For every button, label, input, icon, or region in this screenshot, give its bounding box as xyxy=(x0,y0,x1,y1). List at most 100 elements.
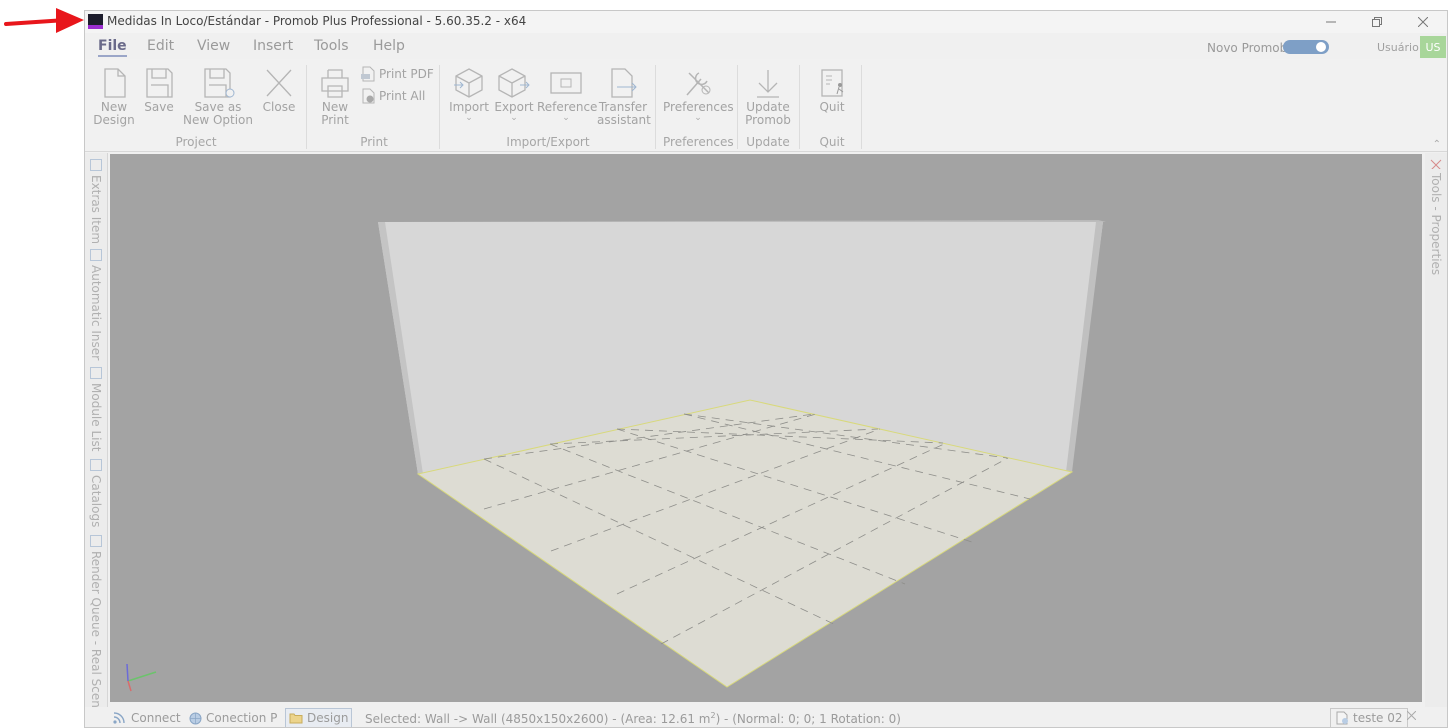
ribbon-separator xyxy=(799,65,800,149)
extras-icon xyxy=(90,159,102,171)
design-tab[interactable]: Design xyxy=(285,708,353,727)
module-list-icon xyxy=(90,367,102,379)
novo-promob-toggle[interactable] xyxy=(1283,40,1329,54)
3d-viewport[interactable] xyxy=(110,154,1422,702)
tab-extras-items-label: Extras Items xyxy=(89,175,103,243)
user-avatar[interactable]: US xyxy=(1420,36,1446,58)
render-queue-icon xyxy=(90,535,102,547)
chevron-down-icon: ⌄ xyxy=(510,113,518,123)
tab-automatic-insert-label: Automatic Insert xyxy=(89,265,103,361)
preferences-button[interactable]: Preferences ⌄ xyxy=(663,67,734,123)
close-window-button[interactable] xyxy=(1400,11,1446,33)
connect-button[interactable]: Connect xyxy=(113,711,181,725)
import-cube-icon xyxy=(454,68,483,98)
tab-catalogs-label: Catalogs xyxy=(89,475,103,528)
print-all-label: Print All xyxy=(379,89,426,103)
window-title: Medidas In Loco/Estándar - Promob Plus P… xyxy=(107,14,527,28)
connect-label: Connect xyxy=(131,711,181,725)
save-as-new-option-button[interactable]: Save as New Option xyxy=(181,67,255,127)
red-arrow-annotation xyxy=(4,8,84,33)
selection-info: Selected: Wall -> Wall (4850x150x2600) -… xyxy=(365,711,901,726)
new-design-label: New Design xyxy=(93,100,135,127)
import-label: Import xyxy=(449,100,489,114)
new-print-button[interactable]: New Print xyxy=(313,67,357,127)
ribbon-separator xyxy=(439,65,440,149)
close-label: Close xyxy=(262,100,296,114)
minimize-button[interactable] xyxy=(1308,11,1354,33)
group-label-print: Print xyxy=(360,135,388,149)
restore-button[interactable] xyxy=(1354,11,1400,33)
print-all-button[interactable]: Print All xyxy=(361,88,425,104)
rss-connect-icon xyxy=(113,712,125,724)
update-promob-label: Update Promob xyxy=(745,100,791,127)
promob-logo-icon xyxy=(88,14,103,29)
exit-door-icon xyxy=(821,69,844,97)
ribbon-separator xyxy=(655,65,656,149)
right-dock-panel: Tools - Properties xyxy=(1425,153,1447,713)
new-document-icon xyxy=(104,68,126,98)
chevron-down-icon: ⌄ xyxy=(562,113,570,123)
new-design-button[interactable]: New Design xyxy=(93,67,135,127)
tab-automatic-insert[interactable]: Automatic Insert xyxy=(87,249,105,361)
group-label-preferences: Preferences xyxy=(663,135,734,149)
catalogs-icon xyxy=(90,459,102,471)
tab-tools-properties[interactable]: Tools - Properties xyxy=(1427,159,1445,275)
close-document-button[interactable] xyxy=(1407,711,1416,720)
close-design-button[interactable]: Close xyxy=(259,67,299,114)
group-label-quit: Quit xyxy=(819,135,845,149)
reference-button[interactable]: Reference ⌄ xyxy=(537,67,597,123)
selection-info-prefix: Selected: Wall -> Wall (4850x150x2600) -… xyxy=(365,712,711,726)
menu-help[interactable]: Help xyxy=(373,38,405,54)
menu-file[interactable]: File xyxy=(98,38,127,57)
import-button[interactable]: Import ⌄ xyxy=(447,67,491,123)
minimize-icon xyxy=(1326,21,1336,23)
save-as-new-option-label: Save as New Option xyxy=(182,100,254,127)
document-icon xyxy=(1336,711,1348,725)
tab-catalogs[interactable]: Catalogs xyxy=(87,459,105,529)
export-button[interactable]: Export ⌄ xyxy=(493,67,535,123)
group-label-update: Update xyxy=(746,135,790,149)
menu-view[interactable]: View xyxy=(197,38,230,54)
menu-tools[interactable]: Tools xyxy=(314,38,349,54)
tab-render-queue[interactable]: Render Queue - Real Scene 2.0 xyxy=(87,535,105,711)
preferences-label: Preferences xyxy=(663,100,734,114)
transfer-icon xyxy=(611,68,637,98)
tab-module-list-label: Module List xyxy=(89,383,103,452)
quit-label: Quit xyxy=(819,100,845,114)
save-label: Save xyxy=(144,100,174,114)
axis-gizmo-icon xyxy=(126,663,157,692)
new-print-label: New Print xyxy=(321,100,349,127)
tab-module-list[interactable]: Module List xyxy=(87,367,105,453)
reference-icon xyxy=(550,72,582,94)
conection-p-button[interactable]: Conection P xyxy=(189,711,277,725)
save-button[interactable]: Save xyxy=(141,67,177,114)
tab-extras-items[interactable]: Extras Items xyxy=(87,159,105,243)
quit-button[interactable]: Quit xyxy=(807,67,857,114)
wall-top-edge xyxy=(378,219,1106,222)
export-cube-icon xyxy=(498,68,530,98)
restore-icon xyxy=(1372,17,1382,27)
ribbon: New Design Save Save as New Option Close… xyxy=(85,59,1447,152)
menu-edit[interactable]: Edit xyxy=(147,38,174,54)
ribbon-separator xyxy=(861,65,862,149)
user-label[interactable]: Usuário xyxy=(1377,41,1419,54)
document-tab[interactable]: teste 02 xyxy=(1330,708,1408,727)
close-icon xyxy=(1407,711,1416,720)
chevron-down-icon: ⌄ xyxy=(465,113,473,123)
design-label: Design xyxy=(307,711,349,725)
globe-icon xyxy=(189,712,202,724)
menu-insert[interactable]: Insert xyxy=(253,38,293,54)
transfer-label: Transfer assistant xyxy=(597,100,651,127)
ribbon-separator xyxy=(737,65,738,149)
print-pdf-button[interactable]: Print PDF xyxy=(361,66,434,82)
close-x-icon xyxy=(266,69,292,97)
toggle-knob xyxy=(1316,42,1326,52)
application-window: Medidas In Loco/Estándar - Promob Plus P… xyxy=(84,10,1448,728)
ribbon-collapse-icon[interactable]: ⌃ xyxy=(1433,139,1441,150)
tab-tools-properties-label: Tools - Properties xyxy=(1429,172,1443,275)
tab-render-queue-label: Render Queue - Real Scene 2.0 xyxy=(89,551,103,711)
print-all-icon xyxy=(362,88,375,104)
menu-bar: File Edit View Insert Tools Help Novo Pr… xyxy=(85,33,1447,59)
transfer-assistant-button[interactable]: Transfer assistant xyxy=(597,67,651,127)
update-promob-button[interactable]: Update Promob xyxy=(741,67,795,127)
